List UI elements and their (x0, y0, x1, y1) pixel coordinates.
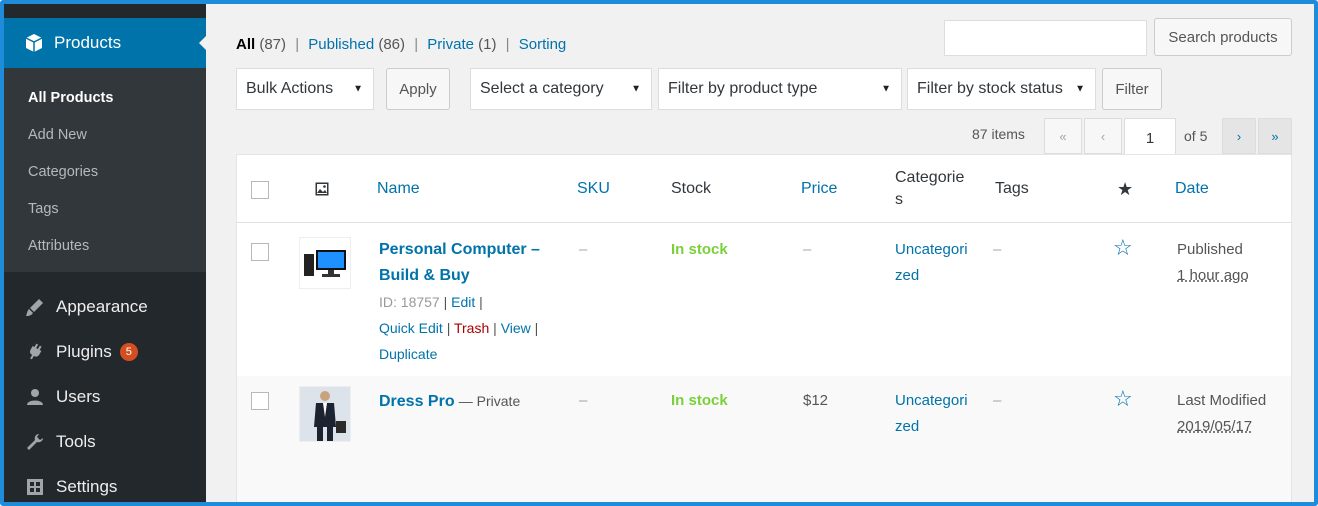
users-icon (24, 386, 46, 408)
column-tags: Tags (995, 180, 1029, 197)
row-checkbox[interactable] (251, 392, 269, 410)
table-row: Dress Pro — Private – In stock $12 Uncat… (237, 376, 1291, 502)
product-thumbnail[interactable] (299, 386, 351, 442)
search-products-button[interactable]: Search products (1154, 18, 1292, 56)
view-link[interactable]: View (501, 320, 531, 336)
settings-icon (24, 476, 46, 498)
featured-star-outline-icon[interactable]: ☆ (1113, 235, 1133, 261)
product-name-link[interactable]: Dress Pro (379, 393, 455, 410)
sidebar-item-label: Appearance (56, 296, 148, 316)
duplicate-link[interactable]: Duplicate (379, 346, 437, 362)
column-price[interactable]: Price (801, 155, 837, 223)
sidebar-item-products[interactable]: Products (4, 18, 207, 68)
price-cell: – (803, 241, 812, 258)
last-page-button[interactable]: » (1258, 118, 1292, 154)
table-row: Personal Computer – Build & Buy ID: 1875… (237, 223, 1291, 376)
chevron-down-icon: ▼ (631, 83, 641, 95)
submenu-attributes[interactable]: Attributes (4, 228, 206, 265)
search-input[interactable] (944, 20, 1147, 56)
price-cell: $12 (803, 392, 829, 409)
column-name[interactable]: Name (377, 155, 420, 223)
apply-button[interactable]: Apply (386, 68, 450, 110)
table-header: Name SKU Stock Price Categorie s Tags ★ … (237, 155, 1291, 223)
total-pages: of 5 (1184, 128, 1208, 144)
category-select[interactable]: Select a category ▼ (470, 68, 652, 110)
stock-status-select[interactable]: Filter by stock status ▼ (907, 68, 1096, 110)
view-published-link[interactable]: Published (86) (308, 36, 405, 53)
sidebar-item-label: Users (56, 386, 101, 406)
view-private-link[interactable]: Private (1) (427, 36, 496, 53)
featured-star-outline-icon[interactable]: ☆ (1113, 386, 1133, 412)
column-stock: Stock (671, 180, 712, 197)
product-id: ID: 18757 (379, 294, 440, 310)
column-date[interactable]: Date (1175, 155, 1209, 223)
plugin-icon (24, 341, 46, 363)
sidebar-item-label: Settings (56, 476, 118, 496)
column-sku[interactable]: SKU (577, 155, 610, 223)
status-views: All (87) | Published (86) | Private (1) … (236, 36, 567, 53)
trash-link[interactable]: Trash (454, 320, 489, 336)
submenu-add-new[interactable]: Add New (4, 117, 206, 154)
submenu-tags[interactable]: Tags (4, 191, 206, 228)
category-link[interactable]: Uncategori zed (895, 237, 968, 289)
sku-cell: – (579, 241, 588, 258)
sku-cell: – (579, 392, 588, 409)
stock-status: In stock (671, 241, 728, 258)
prev-page-button[interactable]: ‹ (1084, 118, 1122, 154)
product-name-link[interactable]: Personal Computer – Build & Buy (379, 237, 540, 289)
current-page-input[interactable]: 1 (1124, 118, 1176, 158)
quick-edit-link[interactable]: Quick Edit (379, 320, 443, 336)
next-page-button[interactable]: › (1222, 118, 1256, 154)
products-submenu: All Products Add New Categories Tags Att… (4, 68, 206, 272)
window-frame: Products All Products Add New Categories… (0, 0, 1318, 506)
edit-link[interactable]: Edit (451, 294, 475, 310)
chevron-down-icon: ▼ (1075, 83, 1085, 95)
sidebar-item-settings[interactable]: Settings (4, 464, 206, 502)
submenu-all-products[interactable]: All Products (4, 80, 206, 117)
column-categories: Categorie s (895, 169, 965, 208)
row-actions: ID: 18757 | Edit | Quick Edit | Trash | … (379, 294, 539, 362)
stock-status: In stock (671, 392, 728, 409)
view-all-link[interactable]: All (87) (236, 36, 286, 53)
sidebar-item-users[interactable]: Users (4, 374, 206, 419)
featured-star-icon[interactable]: ★ (1117, 155, 1133, 223)
product-name-cell: Dress Pro — Private (379, 388, 520, 415)
first-page-button[interactable]: « (1044, 118, 1082, 154)
sidebar-item-label: Products (54, 33, 122, 52)
submenu-categories[interactable]: Categories (4, 154, 206, 191)
private-label: — Private (458, 393, 521, 409)
row-checkbox[interactable] (251, 243, 269, 261)
plugins-update-badge: 5 (119, 342, 138, 361)
brush-icon (24, 296, 46, 318)
sidebar-item-appearance[interactable]: Appearance (4, 284, 206, 329)
products-icon (24, 33, 44, 53)
products-table: Name SKU Stock Price Categorie s Tags ★ … (236, 154, 1292, 502)
date-cell: Published 1 hour ago (1177, 241, 1249, 284)
items-count: 87 items (972, 126, 1025, 142)
sidebar-item-label: Plugins (56, 341, 112, 361)
select-all-checkbox[interactable] (251, 181, 269, 199)
admin-sidebar: Products All Products Add New Categories… (4, 4, 207, 502)
category-link[interactable]: Uncategori zed (895, 388, 968, 440)
date-cell: Last Modified 2019/05/17 (1177, 392, 1267, 435)
product-type-select[interactable]: Filter by product type ▼ (658, 68, 902, 110)
sidebar-menu: Appearance Plugins 5 Users Tools Setting… (4, 284, 206, 502)
chevron-down-icon: ▼ (881, 83, 891, 95)
chevron-down-icon: ▼ (353, 83, 363, 95)
filter-button[interactable]: Filter (1102, 68, 1162, 110)
image-column-icon (315, 155, 329, 223)
tags-cell: – (993, 392, 1002, 409)
view-sorting-link[interactable]: Sorting (519, 36, 567, 53)
sidebar-item-plugins[interactable]: Plugins 5 (4, 329, 206, 374)
main-content: All (87) | Published (86) | Private (1) … (206, 4, 1314, 502)
sidebar-item-tools[interactable]: Tools (4, 419, 206, 464)
tags-cell: – (993, 241, 1002, 258)
product-thumbnail[interactable] (299, 237, 351, 289)
sidebar-item-label: Tools (56, 431, 96, 451)
wrench-icon (24, 431, 46, 453)
bulk-actions-select[interactable]: Bulk Actions ▼ (236, 68, 374, 110)
